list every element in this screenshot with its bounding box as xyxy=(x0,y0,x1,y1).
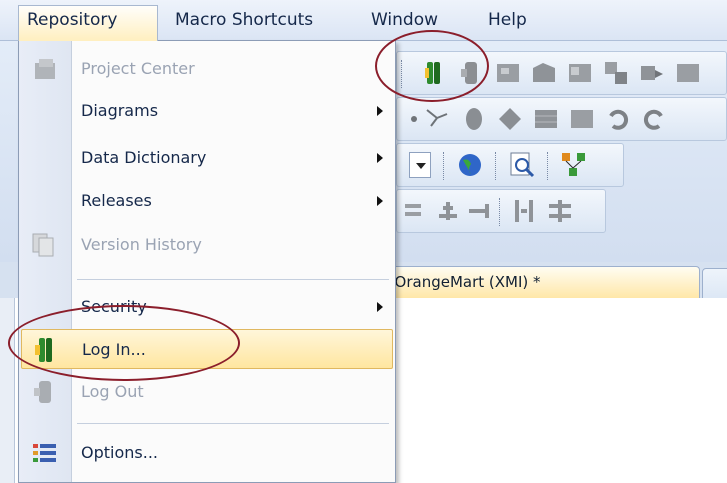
align-right-icon[interactable] xyxy=(465,196,495,226)
layout-toolbar xyxy=(396,189,606,233)
project-icon-1[interactable] xyxy=(493,58,523,88)
project-icon-5[interactable] xyxy=(637,58,667,88)
project-icon-6[interactable] xyxy=(673,58,703,88)
submenu-arrow-icon xyxy=(377,106,383,116)
toolbar-grip[interactable] xyxy=(401,60,404,88)
space-evenly-icon[interactable] xyxy=(545,196,575,226)
redo-icon[interactable] xyxy=(639,104,669,134)
distribute-icon[interactable] xyxy=(509,196,539,226)
diagram-toolbar xyxy=(396,97,727,141)
login-toolbar-icon[interactable] xyxy=(421,58,451,88)
toolbar-separator xyxy=(499,198,502,226)
menu-separator xyxy=(77,423,389,424)
find-icon[interactable] xyxy=(507,150,537,180)
globe-icon[interactable] xyxy=(455,150,485,180)
model-tree-icon[interactable] xyxy=(559,150,589,180)
document-tab-next[interactable] xyxy=(702,268,727,300)
menu-macro-shortcuts[interactable]: Macro Shortcuts xyxy=(167,6,321,36)
align-center-icon[interactable] xyxy=(433,196,463,226)
project-icon-3[interactable] xyxy=(565,58,595,88)
view-toolbar xyxy=(396,143,624,187)
project-icon-4[interactable] xyxy=(601,58,631,88)
repository-toolbar xyxy=(396,51,727,95)
menu-bar: Repository Macro Shortcuts Window Help xyxy=(0,0,727,41)
options-icon xyxy=(33,444,56,462)
version-history-icon xyxy=(32,233,54,257)
menu-item-releases[interactable]: Releases xyxy=(21,181,393,221)
decision-icon[interactable] xyxy=(495,104,525,134)
shape-icon[interactable] xyxy=(459,104,489,134)
menu-item-version-history[interactable]: Version History xyxy=(21,225,393,265)
menu-separator xyxy=(77,279,389,280)
align-left-icon[interactable] xyxy=(401,196,431,226)
table-icon[interactable] xyxy=(567,104,597,134)
repository-dropdown-menu: Project Center Diagrams Data Dictionary … xyxy=(18,40,396,483)
login-icon xyxy=(35,338,52,362)
menu-item-log-out[interactable]: Log Out xyxy=(21,372,393,412)
undo-icon[interactable] xyxy=(603,104,633,134)
submenu-arrow-icon xyxy=(377,302,383,312)
menu-item-options[interactable]: Options... xyxy=(21,433,393,473)
menu-repository[interactable]: Repository xyxy=(18,5,158,41)
project-icon-2[interactable] xyxy=(529,58,559,88)
menu-help[interactable]: Help xyxy=(480,6,535,36)
logout-icon xyxy=(34,381,51,403)
project-center-icon xyxy=(35,59,55,79)
menu-item-diagrams[interactable]: Diagrams xyxy=(21,91,393,131)
submenu-arrow-icon xyxy=(377,196,383,206)
menu-item-security[interactable]: Security xyxy=(21,287,393,327)
menu-item-data-dictionary[interactable]: Data Dictionary xyxy=(21,138,393,178)
chevron-down-icon xyxy=(416,163,426,169)
submenu-arrow-icon xyxy=(377,153,383,163)
toolbar-separator xyxy=(443,152,446,180)
left-panel-edge xyxy=(0,298,15,483)
dropdown-button[interactable] xyxy=(409,152,431,178)
menu-window[interactable]: Window xyxy=(363,6,446,36)
logout-toolbar-icon[interactable] xyxy=(457,58,487,88)
toolbar-separator xyxy=(547,152,550,180)
toolbar-separator xyxy=(495,152,498,180)
menu-item-log-in[interactable]: Log In... xyxy=(21,329,393,369)
entity-icon[interactable] xyxy=(531,104,561,134)
relationship-icon[interactable] xyxy=(423,104,453,134)
menu-item-project-center[interactable]: Project Center xyxy=(21,49,393,89)
